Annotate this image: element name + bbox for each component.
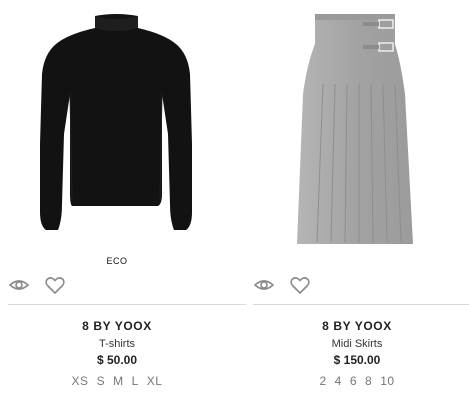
eye-icon[interactable] (253, 274, 275, 296)
product-actions (253, 273, 311, 297)
product-image-turtleneck[interactable] (0, 4, 234, 254)
size-option[interactable]: M (113, 374, 124, 388)
product-actions (8, 273, 66, 297)
size-option[interactable]: XL (147, 374, 163, 388)
size-option[interactable]: 4 (335, 374, 342, 388)
product-image-skirt[interactable] (245, 4, 469, 254)
eco-badge: ECO (106, 256, 128, 266)
size-option[interactable]: 8 (365, 374, 372, 388)
product-price: $ 50.00 (96, 353, 138, 367)
product-brand[interactable]: 8 BY YOOX (245, 319, 469, 333)
divider (253, 304, 469, 305)
skirt-illustration (297, 14, 413, 244)
divider (8, 304, 246, 305)
turtleneck-illustration (40, 14, 192, 230)
size-option[interactable]: S (97, 374, 106, 388)
size-option[interactable]: 2 (319, 374, 326, 388)
size-list: XS S M L XL (0, 374, 234, 388)
product-card[interactable]: ECO 8 BY YOOX T-shirts $ 50.00 XS S M L … (0, 0, 246, 401)
product-price: $ 150.00 (333, 353, 381, 367)
eye-icon[interactable] (8, 274, 30, 296)
heart-icon[interactable] (289, 274, 311, 296)
heart-icon[interactable] (44, 274, 66, 296)
product-category[interactable]: T-shirts (0, 338, 234, 350)
size-option[interactable]: XS (72, 374, 89, 388)
product-category[interactable]: Midi Skirts (245, 338, 469, 350)
product-brand[interactable]: 8 BY YOOX (0, 319, 234, 333)
size-list: 2 4 6 8 10 (245, 374, 469, 388)
product-card[interactable]: 8 BY YOOX Midi Skirts $ 150.00 2 4 6 8 1… (245, 0, 469, 401)
size-option[interactable]: 6 (350, 374, 357, 388)
size-option[interactable]: L (132, 374, 139, 388)
size-option[interactable]: 10 (380, 374, 394, 388)
